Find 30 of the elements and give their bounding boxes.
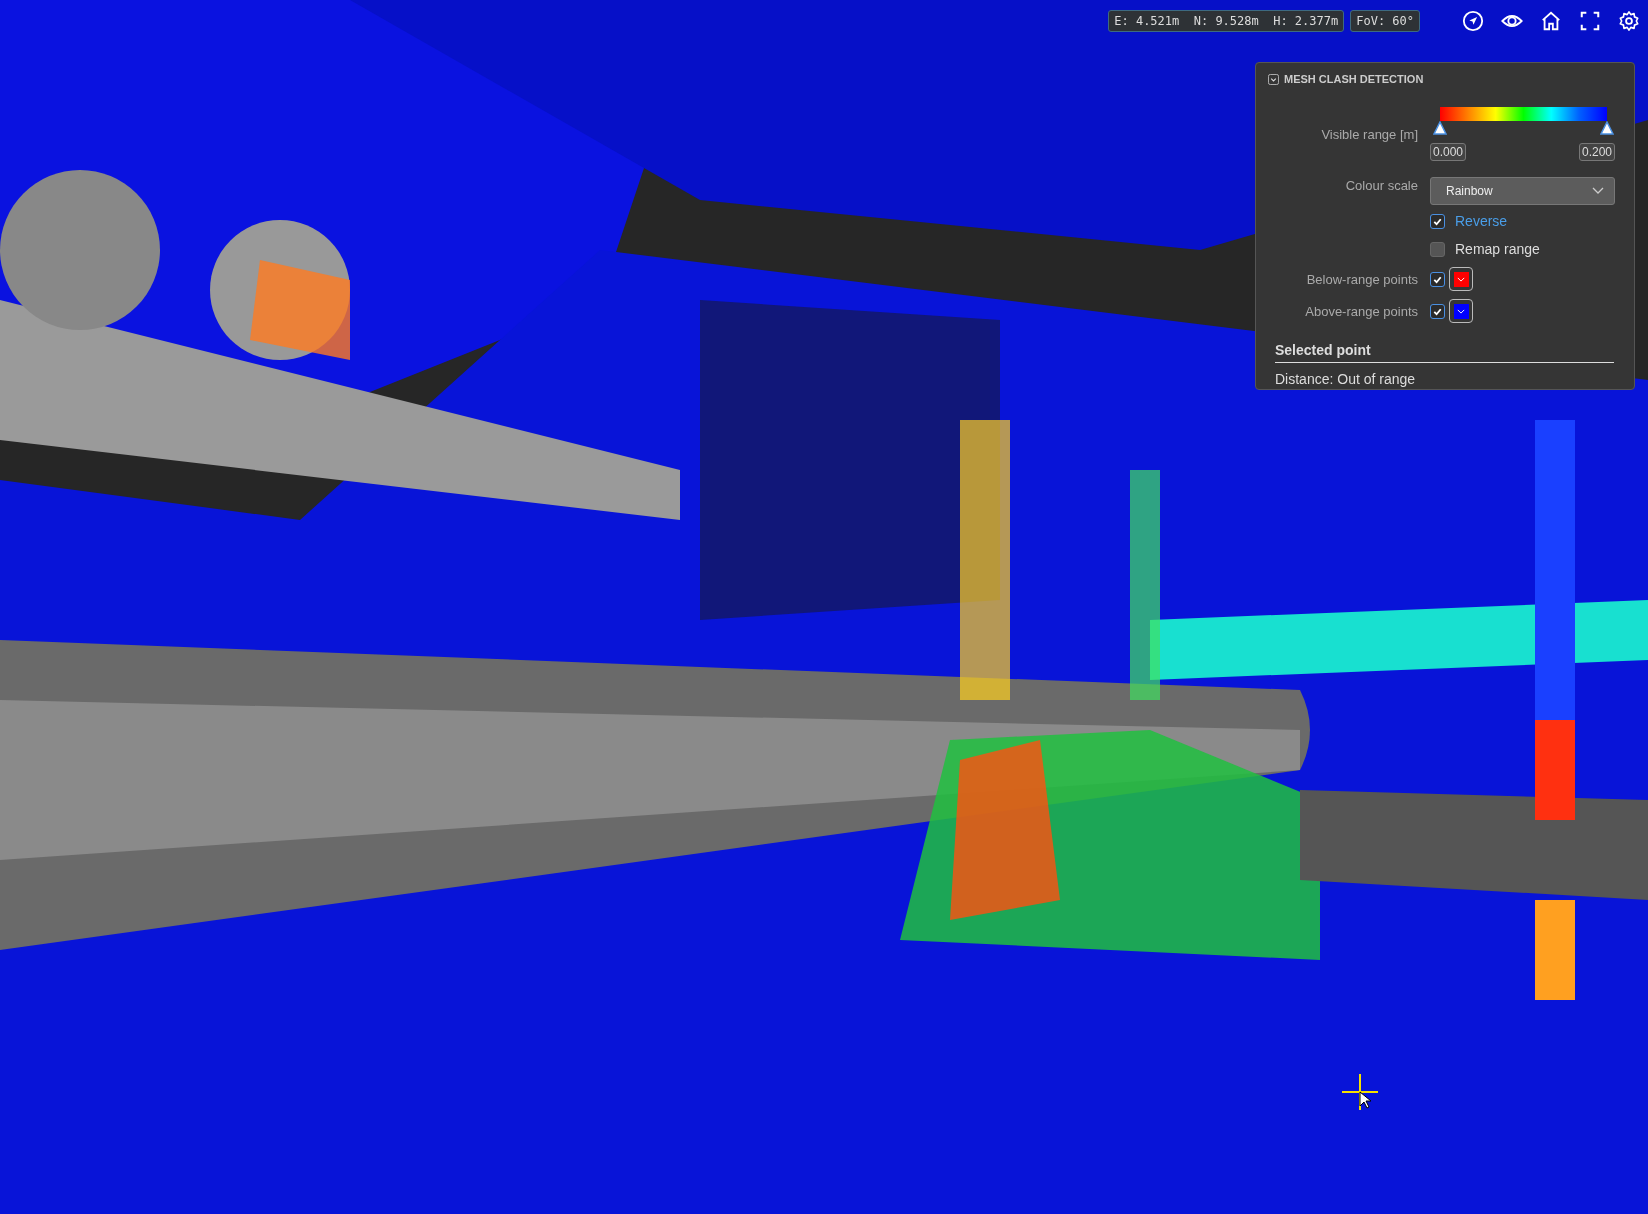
colour-scale-label: Colour scale — [1344, 177, 1418, 193]
distance-text: Distance: Out of range — [1275, 371, 1416, 387]
option-label[interactable]: Remap range — [1455, 241, 1540, 257]
colour-picker[interactable] — [1449, 267, 1473, 291]
range-thumb[interactable] — [1600, 121, 1614, 135]
option-label[interactable]: Reverse — [1455, 213, 1508, 229]
range-thumb[interactable] — [1433, 121, 1447, 135]
settings-icon[interactable] — [1618, 10, 1640, 32]
colour-picker[interactable] — [1449, 299, 1473, 323]
fullscreen-icon[interactable] — [1579, 10, 1601, 32]
range-points-label: Above-range points — [1304, 303, 1418, 319]
chevron-down-icon — [1457, 308, 1465, 314]
panel-title: MESH CLASH DETECTION — [1284, 73, 1424, 85]
range-max-field[interactable]: 0.200 — [1578, 143, 1615, 161]
checkbox[interactable] — [1430, 271, 1445, 287]
checkbox[interactable] — [1430, 213, 1445, 229]
chevron-down-icon — [1592, 187, 1604, 195]
chevron-down-icon — [1457, 276, 1465, 282]
collapse-toggle-icon[interactable] — [1268, 73, 1279, 85]
colour-scale-dropdown[interactable]: Rainbow — [1430, 177, 1615, 205]
section-heading: Selected point — [1275, 342, 1371, 358]
range-points-label: Below-range points — [1305, 271, 1418, 287]
range-min-field[interactable]: 0.000 — [1430, 143, 1467, 161]
crosshair-cursor-icon — [1340, 1072, 1380, 1112]
fov-readout: FoV: 60° — [1350, 10, 1420, 32]
checkbox[interactable] — [1430, 241, 1445, 257]
coordinates-readout: E: 4.521m N: 9.528m H: 2.377m — [1108, 10, 1345, 32]
home-icon[interactable] — [1540, 10, 1562, 32]
visible-range-label: Visible range [m] — [1320, 126, 1418, 142]
checkbox[interactable] — [1430, 303, 1445, 319]
